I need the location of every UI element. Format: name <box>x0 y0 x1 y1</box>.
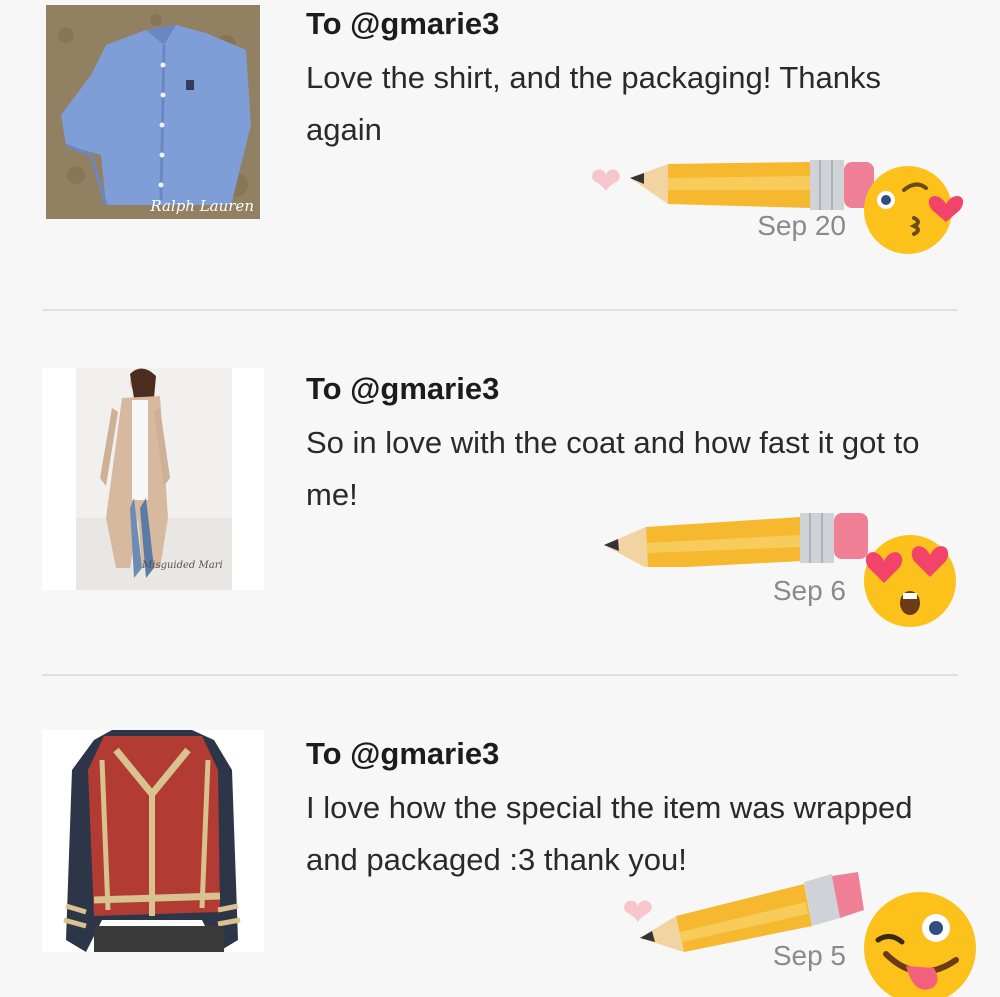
blue-shirt-photo-icon <box>46 5 260 219</box>
image-watermark: Misguided Mari <box>142 560 223 571</box>
red-leather-jacket-photo-icon <box>63 730 241 952</box>
love-notes-feed: Ralph Lauren To @gmarie3 Love the shirt,… <box>0 0 1000 997</box>
heart-eyes-emoji-icon <box>864 535 956 627</box>
pencil-sticker-icon <box>604 513 868 567</box>
divider <box>42 309 958 311</box>
listing-thumbnail[interactable]: Ralph Lauren <box>46 5 260 219</box>
winking-tongue-emoji-icon <box>864 892 976 997</box>
love-note-item[interactable]: To @gmarie3 I love how the special the i… <box>0 730 1000 997</box>
like-heart-icon[interactable]: ❤ <box>590 163 622 201</box>
divider <box>42 674 958 676</box>
pencil-sticker-icon <box>630 160 874 210</box>
note-message: So in love with the coat and how fast it… <box>306 425 920 512</box>
listing-thumbnail[interactable]: Misguided Mari <box>42 368 264 590</box>
note-date: Sep 5 <box>772 940 846 971</box>
note-date: Sep 20 <box>757 210 846 241</box>
image-watermark: Ralph Lauren <box>150 197 254 215</box>
kissing-face-emoji-icon <box>864 166 964 254</box>
note-message: I love how the special the item was wrap… <box>306 790 913 877</box>
note-message: Love the shirt, and the packaging! Thank… <box>306 60 882 147</box>
long-coat-photo-icon <box>76 368 232 590</box>
listing-thumbnail[interactable] <box>42 730 264 952</box>
note-date: Sep 6 <box>772 575 846 606</box>
note-recipient: To @gmarie3 <box>306 736 500 771</box>
note-recipient: To @gmarie3 <box>306 6 500 41</box>
note-recipient: To @gmarie3 <box>306 371 500 406</box>
